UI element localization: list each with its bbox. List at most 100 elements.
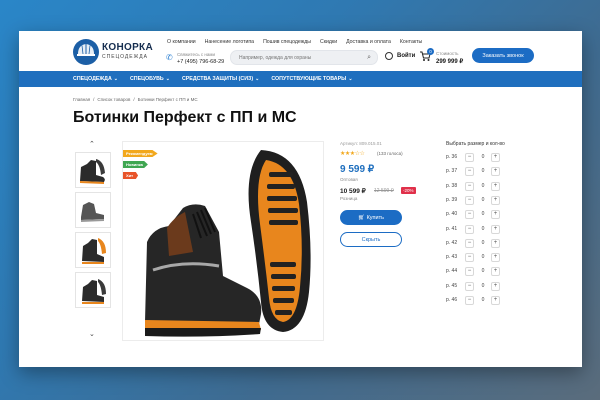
- browser-page: КОНОРКА СПЕЦОДЕЖДА О компании Нанесение …: [19, 31, 582, 367]
- size-quantity[interactable]: 0: [476, 268, 490, 274]
- nav-item-workwear[interactable]: СПЕЦОДЕЖДА ⌄: [73, 76, 118, 82]
- size-quantity[interactable]: 0: [476, 197, 490, 203]
- size-row: р. 45−0 +: [446, 281, 506, 292]
- size-label: р. 43: [446, 254, 458, 261]
- nav-item-label: СПЕЦОДЕЖДА: [73, 76, 112, 82]
- minus-icon[interactable]: −: [465, 296, 474, 305]
- size-row: р. 42−0 +: [446, 238, 506, 249]
- thumbnail[interactable]: [75, 152, 111, 188]
- breadcrumb-catalog[interactable]: Список товаров: [97, 97, 130, 102]
- hide-button[interactable]: Скрыть: [340, 232, 402, 247]
- plus-icon[interactable]: +: [491, 253, 500, 263]
- nav-item-label: СРЕДСТВА ЗАЩИТЫ (СИЗ): [181, 76, 254, 82]
- size-quantity[interactable]: 0: [476, 283, 490, 289]
- top-link-logo[interactable]: Нанесение логотипа: [205, 39, 254, 45]
- thumbnail[interactable]: [75, 232, 111, 268]
- login-button[interactable]: Войти: [385, 52, 415, 60]
- size-quantity[interactable]: 0: [476, 211, 490, 217]
- breadcrumb-home[interactable]: Главная: [73, 97, 90, 102]
- nav-item-ppe[interactable]: СРЕДСТВА ЗАЩИТЫ (СИЗ) ⌄: [182, 76, 259, 82]
- size-label: р. 36: [446, 154, 458, 160]
- plus-icon[interactable]: +: [491, 153, 500, 162]
- callback-button[interactable]: Заказать звонок: [472, 48, 534, 63]
- plus-icon[interactable]: +: [491, 238, 500, 248]
- size-label: р. 40: [446, 211, 458, 218]
- buy-button[interactable]: 🛒︎ Купить: [340, 210, 402, 225]
- chevron-up-icon[interactable]: ⌃: [89, 140, 95, 148]
- plus-icon[interactable]: +: [491, 181, 500, 191]
- nav-item-related[interactable]: СОПУТСТВУЮЩИЕ ТОВАРЫ ⌄: [271, 76, 352, 82]
- top-link-tailoring[interactable]: Пошив спецодежды: [263, 39, 311, 45]
- logo-icon[interactable]: [73, 39, 99, 65]
- minus-icon[interactable]: −: [465, 281, 474, 291]
- size-row: р. 40−0 +: [446, 210, 506, 220]
- size-quantity[interactable]: 0: [476, 183, 490, 189]
- site-header: КОНОРКА СПЕЦОДЕЖДА О компании Нанесение …: [19, 31, 582, 71]
- plus-icon[interactable]: +: [491, 210, 500, 220]
- size-quantity[interactable]: 0: [476, 254, 490, 260]
- minus-icon[interactable]: −: [465, 195, 474, 205]
- size-label: р. 41: [446, 225, 458, 232]
- minus-icon[interactable]: −: [465, 210, 474, 220]
- plus-icon[interactable]: +: [491, 281, 500, 291]
- size-quantity[interactable]: 0: [476, 168, 490, 174]
- phone-label: Свяжитесь с нами: [177, 52, 216, 57]
- size-row: р. 37−0 +: [446, 167, 506, 177]
- boots-picture: [145, 150, 311, 337]
- product-image[interactable]: Рекомендуем Новинка Хит: [122, 141, 324, 341]
- size-row: р. 43−0 +: [446, 253, 506, 263]
- minus-icon[interactable]: −: [465, 238, 474, 248]
- cart-icon: 🛒︎: [358, 214, 367, 221]
- top-links: О компании Нанесение логотипа Пошив спец…: [167, 39, 422, 45]
- plus-icon[interactable]: +: [491, 167, 500, 177]
- phone-icon: ✆: [166, 53, 173, 62]
- size-label: р. 45: [446, 282, 458, 289]
- top-link-about[interactable]: О компании: [167, 39, 196, 45]
- wholesale-price: 9 599 ₽: [340, 164, 375, 175]
- minus-icon[interactable]: −: [465, 167, 474, 177]
- size-quantity[interactable]: 0: [476, 240, 490, 246]
- size-label: р. 44: [446, 268, 458, 275]
- user-icon: [385, 52, 393, 60]
- size-label: р. 42: [446, 239, 458, 246]
- size-quantity[interactable]: 0: [476, 297, 490, 303]
- top-link-contacts[interactable]: Контакты: [400, 39, 422, 45]
- cart-cost-value: 299 999 ₽: [436, 59, 464, 65]
- size-row: р. 38−0 +: [446, 181, 506, 192]
- minus-icon[interactable]: −: [465, 267, 474, 277]
- search-icon[interactable]: ⌕: [367, 53, 371, 62]
- size-label: р. 38: [446, 182, 458, 189]
- breadcrumb-separator: /: [93, 97, 95, 102]
- size-quantity[interactable]: 0: [476, 154, 490, 160]
- brand-name: КОНОРКА: [102, 42, 153, 53]
- plus-icon[interactable]: +: [491, 267, 500, 277]
- rating-stars[interactable]: ★★★☆☆: [340, 150, 365, 157]
- nav-item-footwear[interactable]: СПЕЦОБУВЬ ⌄: [130, 76, 170, 82]
- phone-number[interactable]: +7 (495) 796-68-29: [177, 59, 224, 65]
- size-row: р. 39−0 +: [446, 195, 506, 206]
- minus-icon[interactable]: −: [465, 153, 474, 162]
- thumbnail[interactable]: [75, 272, 111, 308]
- minus-icon[interactable]: −: [465, 181, 474, 191]
- chevron-down-icon: ⌄: [348, 76, 353, 82]
- thumbnail[interactable]: [75, 192, 111, 228]
- search-box: ⌕: [230, 50, 378, 65]
- chevron-down-icon: ⌄: [165, 76, 170, 82]
- top-link-delivery[interactable]: Доставка и оплата: [346, 39, 391, 45]
- breadcrumb: Главная / Список товаров / Ботинки Перфе…: [73, 97, 198, 102]
- plus-icon[interactable]: +: [491, 296, 500, 305]
- search-input[interactable]: [239, 52, 359, 63]
- chevron-down-icon: ⌄: [113, 76, 118, 82]
- minus-icon[interactable]: −: [465, 253, 474, 263]
- main-nav: СПЕЦОДЕЖДА ⌄ СПЕЦОБУВЬ ⌄ СРЕДСТВА ЗАЩИТЫ…: [19, 71, 582, 87]
- size-row: р. 44−0 +: [446, 267, 506, 277]
- plus-icon[interactable]: +: [491, 224, 500, 234]
- minus-icon[interactable]: −: [465, 224, 474, 234]
- plus-icon[interactable]: +: [491, 195, 500, 205]
- size-quantity[interactable]: 0: [476, 226, 490, 232]
- top-link-discounts[interactable]: Скидки: [320, 39, 337, 45]
- size-label: р. 46: [446, 297, 458, 303]
- size-row: р. 41−0 +: [446, 224, 506, 235]
- chevron-down-icon[interactable]: ⌄: [89, 330, 95, 338]
- size-row: р. 46 −0 +: [446, 296, 506, 306]
